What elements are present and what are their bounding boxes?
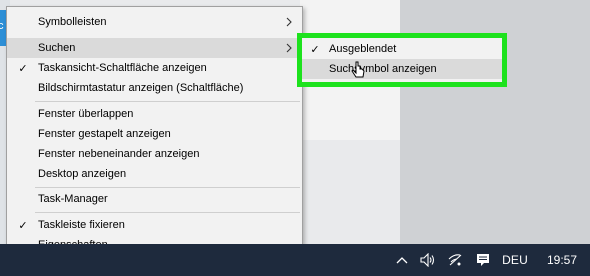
menu-item-symbolleisten[interactable]: Symbolleisten bbox=[7, 12, 302, 32]
menu-item-label: Task-Manager bbox=[38, 193, 108, 205]
taskbar: DEU 19:57 bbox=[0, 244, 590, 276]
chevron-up-icon[interactable] bbox=[390, 244, 414, 276]
annotation-highlight-box bbox=[297, 33, 507, 87]
chevron-right-icon bbox=[284, 38, 294, 58]
menu-item-desktop-anzeigen[interactable]: Desktop anzeigen bbox=[7, 164, 302, 184]
menu-item-label: Fenster überlappen bbox=[38, 108, 134, 120]
menu-item-suchen[interactable]: Suchen bbox=[7, 38, 302, 58]
clock[interactable]: 19:57 bbox=[534, 244, 590, 276]
menu-item-label: Fenster nebeneinander anzeigen bbox=[38, 148, 200, 160]
menu-separator bbox=[35, 101, 300, 102]
menu-item-taskansicht[interactable]: ✓ Taskansicht-Schaltfläche anzeigen bbox=[7, 58, 302, 78]
network-icon[interactable] bbox=[442, 244, 470, 276]
checkmark-icon: ✓ bbox=[18, 62, 28, 75]
menu-item-label: Suchen bbox=[38, 42, 76, 54]
menu-item-task-manager[interactable]: Task-Manager bbox=[7, 189, 302, 209]
menu-item-label: Symbolleisten bbox=[38, 16, 107, 28]
menu-item-label: Bildschirmtastatur anzeigen (Schaltfläch… bbox=[38, 82, 244, 94]
notification-icon[interactable] bbox=[470, 244, 496, 276]
menu-item-fenster-gestapelt[interactable]: Fenster gestapelt anzeigen bbox=[7, 124, 302, 144]
system-tray: DEU 19:57 bbox=[390, 244, 590, 276]
menu-separator bbox=[35, 187, 300, 188]
menu-item-label: Desktop anzeigen bbox=[38, 168, 127, 180]
mouse-cursor-icon bbox=[351, 61, 367, 81]
taskbar-context-menu: Symbolleisten Suchen ✓ Taskansicht-Schal… bbox=[6, 6, 303, 258]
menu-separator bbox=[35, 212, 300, 213]
menu-item-label: Taskleiste fixieren bbox=[38, 219, 125, 231]
menu-item-label: Taskansicht-Schaltfläche anzeigen bbox=[38, 62, 207, 74]
checkmark-icon: ✓ bbox=[18, 219, 28, 232]
chevron-right-icon bbox=[284, 12, 294, 32]
menu-item-taskleiste-fixieren[interactable]: ✓ Taskleiste fixieren bbox=[7, 215, 302, 235]
speaker-icon[interactable] bbox=[414, 244, 442, 276]
menu-item-label: Fenster gestapelt anzeigen bbox=[38, 128, 171, 140]
background-tab-glyph: c bbox=[0, 20, 4, 32]
menu-item-bildschirmtastatur[interactable]: Bildschirmtastatur anzeigen (Schaltfläch… bbox=[7, 78, 302, 98]
menu-item-fenster-ueberlappen[interactable]: Fenster überlappen bbox=[7, 104, 302, 124]
menu-item-fenster-nebeneinander[interactable]: Fenster nebeneinander anzeigen bbox=[7, 144, 302, 164]
language-indicator[interactable]: DEU bbox=[496, 244, 534, 276]
